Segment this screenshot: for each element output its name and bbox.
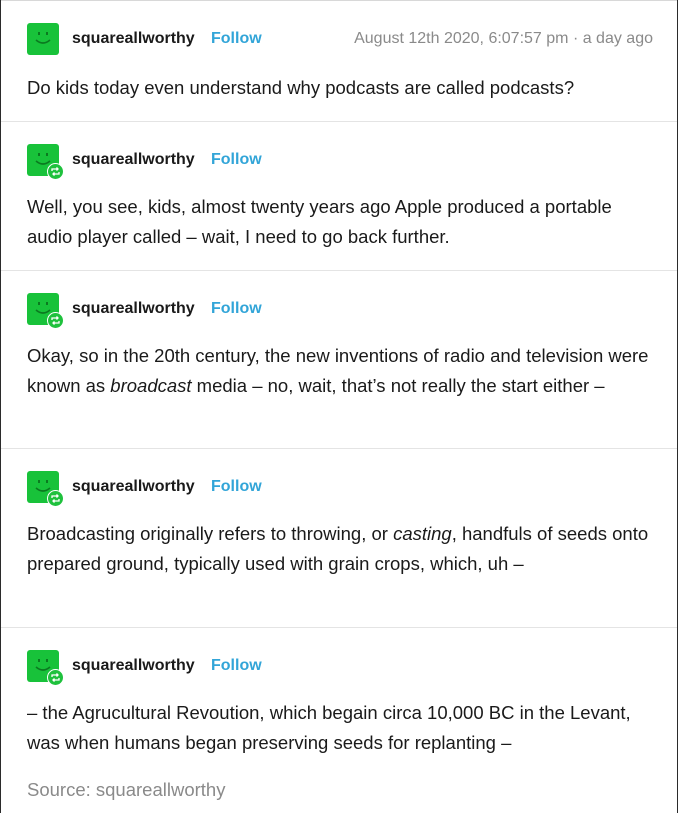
reblog-icon <box>47 312 64 329</box>
post-original: squareallworthy Follow August 12th 2020,… <box>1 0 677 122</box>
post-text: Broadcasting originally refers to throwi… <box>27 519 657 579</box>
avatar[interactable] <box>27 144 64 180</box>
post-header: squareallworthy Follow <box>27 650 655 686</box>
post-reblog: squareallworthy Follow Broadcasting orig… <box>1 449 677 628</box>
username[interactable]: squareallworthy <box>72 657 195 675</box>
post-text-end: media – no, wait, that’s not really the … <box>191 375 605 396</box>
follow-button[interactable]: Follow <box>211 151 262 169</box>
post-thread: squareallworthy Follow August 12th 2020,… <box>0 0 678 813</box>
post-text: Do kids today even understand why podcas… <box>27 77 575 98</box>
post-reblog: squareallworthy Follow Well, you see, ki… <box>1 122 677 271</box>
post-header: squareallworthy Follow <box>27 144 655 180</box>
post-text: Okay, so in the 20th century, the new in… <box>27 341 657 401</box>
post-text-emphasis: casting <box>393 523 452 544</box>
post-reblog: squareallworthy Follow Okay, so in the 2… <box>1 271 677 449</box>
post-text: Well, you see, kids, almost twenty years… <box>27 196 612 247</box>
timestamp[interactable]: August 12th 2020, 6:07:57 pm · a day ago <box>354 30 653 48</box>
reblog-icon <box>47 490 64 507</box>
follow-button[interactable]: Follow <box>211 30 262 48</box>
avatar[interactable] <box>27 293 64 329</box>
follow-button[interactable]: Follow <box>211 657 262 675</box>
follow-button[interactable]: Follow <box>211 300 262 318</box>
post-reblog: squareallworthy Follow – the Agrucultura… <box>1 628 677 768</box>
avatar[interactable] <box>27 23 59 55</box>
avatar[interactable] <box>27 471 64 507</box>
post-header: squareallworthy Follow August 12th 2020,… <box>27 23 655 55</box>
post-text-start: Broadcasting originally refers to throwi… <box>27 523 394 544</box>
post-text: – the Agrucultural Revoution, which bega… <box>27 702 631 753</box>
source-link[interactable]: Source: squareallworthy <box>27 779 225 801</box>
username[interactable]: squareallworthy <box>72 30 195 48</box>
username[interactable]: squareallworthy <box>72 151 195 169</box>
post-header: squareallworthy Follow <box>27 471 655 507</box>
username[interactable]: squareallworthy <box>72 478 195 496</box>
avatar[interactable] <box>27 650 64 686</box>
smiley-face-icon <box>35 32 51 44</box>
username[interactable]: squareallworthy <box>72 300 195 318</box>
reblog-icon <box>47 163 64 180</box>
reblog-icon <box>47 669 64 686</box>
follow-button[interactable]: Follow <box>211 478 262 496</box>
post-header: squareallworthy Follow <box>27 293 655 329</box>
post-text-emphasis: broadcast <box>110 375 192 396</box>
